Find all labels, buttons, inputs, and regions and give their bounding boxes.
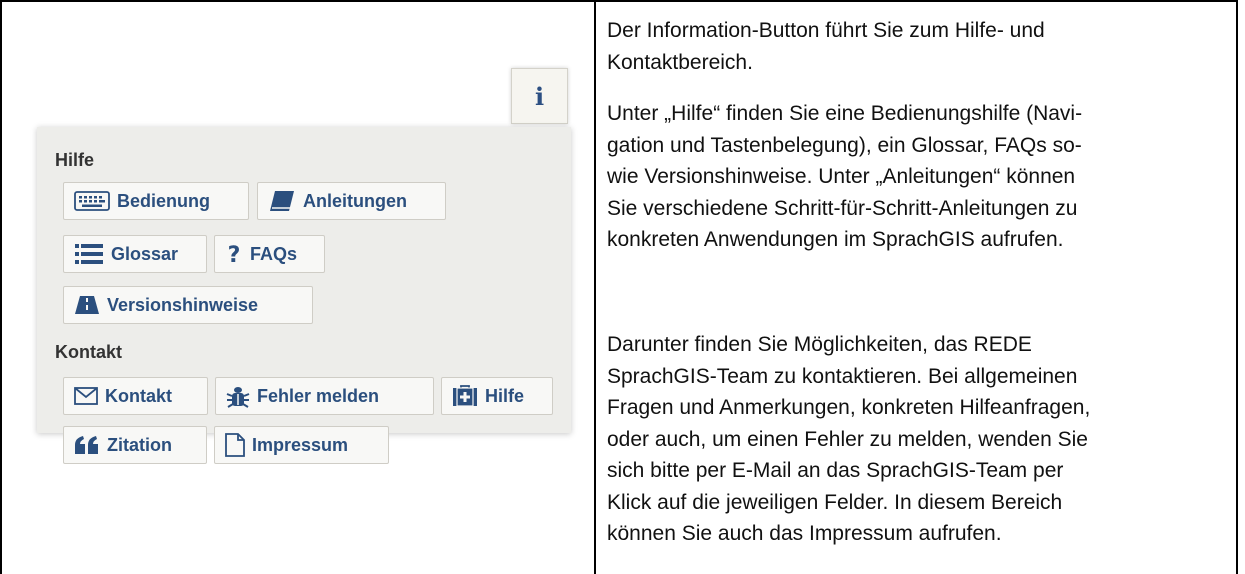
bedienung-label: Bedienung bbox=[117, 190, 210, 211]
quote-icon bbox=[75, 436, 98, 454]
fehler-melden-button[interactable]: Fehler melden bbox=[215, 377, 434, 415]
text-line: wie Versionshinweise. Unter „Anleitungen… bbox=[607, 165, 1076, 188]
help-paragraph: Unter „Hilfe“ finden Sie eine Bedienungs… bbox=[607, 98, 1082, 256]
info-icon: i bbox=[534, 81, 545, 111]
intro-paragraph: Der Information-Button führt Sie zum Hil… bbox=[607, 15, 1045, 78]
table-border-right bbox=[1236, 0, 1238, 574]
medkit-icon bbox=[453, 385, 477, 407]
impressum-label: Impressum bbox=[252, 434, 349, 455]
fehler-melden-label: Fehler melden bbox=[257, 385, 380, 406]
bedienung-button[interactable]: Bedienung bbox=[63, 182, 249, 220]
text-line: Sie verschiedene Schritt-für-Schritt-Anl… bbox=[607, 196, 1078, 220]
glossar-button[interactable]: Glossar bbox=[63, 235, 207, 273]
text-line: Unter „Hilfe“ finden Sie eine Bedienungs… bbox=[607, 102, 1083, 125]
road-icon bbox=[75, 296, 99, 314]
impressum-button[interactable]: Impressum bbox=[214, 426, 389, 464]
text-line: Der Information-Button führt Sie zum Hil… bbox=[607, 19, 1045, 42]
hilfe-button[interactable]: Hilfe bbox=[441, 377, 553, 415]
book-icon bbox=[270, 191, 294, 211]
hilfe-label: Hilfe bbox=[485, 385, 525, 406]
envelope-icon bbox=[74, 387, 98, 405]
glossar-label: Glossar bbox=[111, 243, 179, 264]
contact-paragraph: Darunter finden Sie Möglichkeiten, das R… bbox=[607, 329, 1090, 550]
document-icon bbox=[225, 433, 245, 457]
keyboard-icon bbox=[74, 191, 110, 211]
question-icon: ? bbox=[228, 243, 241, 266]
text-line: oder auch, um einen Fehler zu melden, we… bbox=[607, 427, 1088, 451]
anleitungen-label: Anleitungen bbox=[303, 190, 407, 211]
table-border-top bbox=[0, 0, 1236, 2]
contact-section-title: Kontakt bbox=[55, 342, 122, 362]
kontakt-button[interactable]: Kontakt bbox=[63, 377, 208, 415]
text-line: konkreten Anwendungen im SprachGIS aufru… bbox=[607, 228, 1064, 251]
text-line: Fragen und Anmerkungen, konkreten Hilfea… bbox=[607, 396, 1091, 419]
text-line: können Sie auch das Impressum aufrufen. bbox=[607, 522, 1002, 545]
zitation-button[interactable]: Zitation bbox=[63, 426, 207, 464]
list-icon bbox=[75, 244, 103, 264]
text-line: Darunter finden Sie Möglichkeiten, das R… bbox=[607, 333, 1032, 356]
svg-text:?: ? bbox=[228, 243, 241, 266]
text-line: Klick auf die jeweiligen Felder. In dies… bbox=[607, 490, 1063, 514]
text-line: Kontaktbereich. bbox=[607, 50, 753, 74]
text-line: SprachGIS-Team zu kontaktieren. Bei allg… bbox=[607, 364, 1078, 388]
help-section-title: Hilfe bbox=[55, 150, 95, 170]
versionshinweise-label: Versionshinweise bbox=[107, 294, 259, 315]
bug-icon bbox=[226, 387, 250, 408]
text-line: sich bitte per E-Mail an das SprachGIS-T… bbox=[607, 459, 1064, 482]
table-border-middle bbox=[594, 0, 596, 574]
versionshinweise-button[interactable]: Versionshinweise bbox=[63, 286, 313, 324]
faqs-button[interactable]: ? FAQs bbox=[214, 235, 325, 273]
info-button[interactable]: i bbox=[511, 68, 568, 124]
help-contact-panel: Hilfe Bedienung Anleitungen Glossar ? FA… bbox=[37, 127, 571, 464]
anleitungen-button[interactable]: Anleitungen bbox=[257, 182, 446, 220]
zitation-label: Zitation bbox=[107, 434, 172, 455]
faqs-label: FAQs bbox=[250, 243, 298, 264]
table-border-left bbox=[0, 0, 2, 574]
text-line: gation und Tastenbelegung), ein Glossar,… bbox=[607, 133, 1082, 157]
kontakt-label: Kontakt bbox=[105, 385, 172, 406]
